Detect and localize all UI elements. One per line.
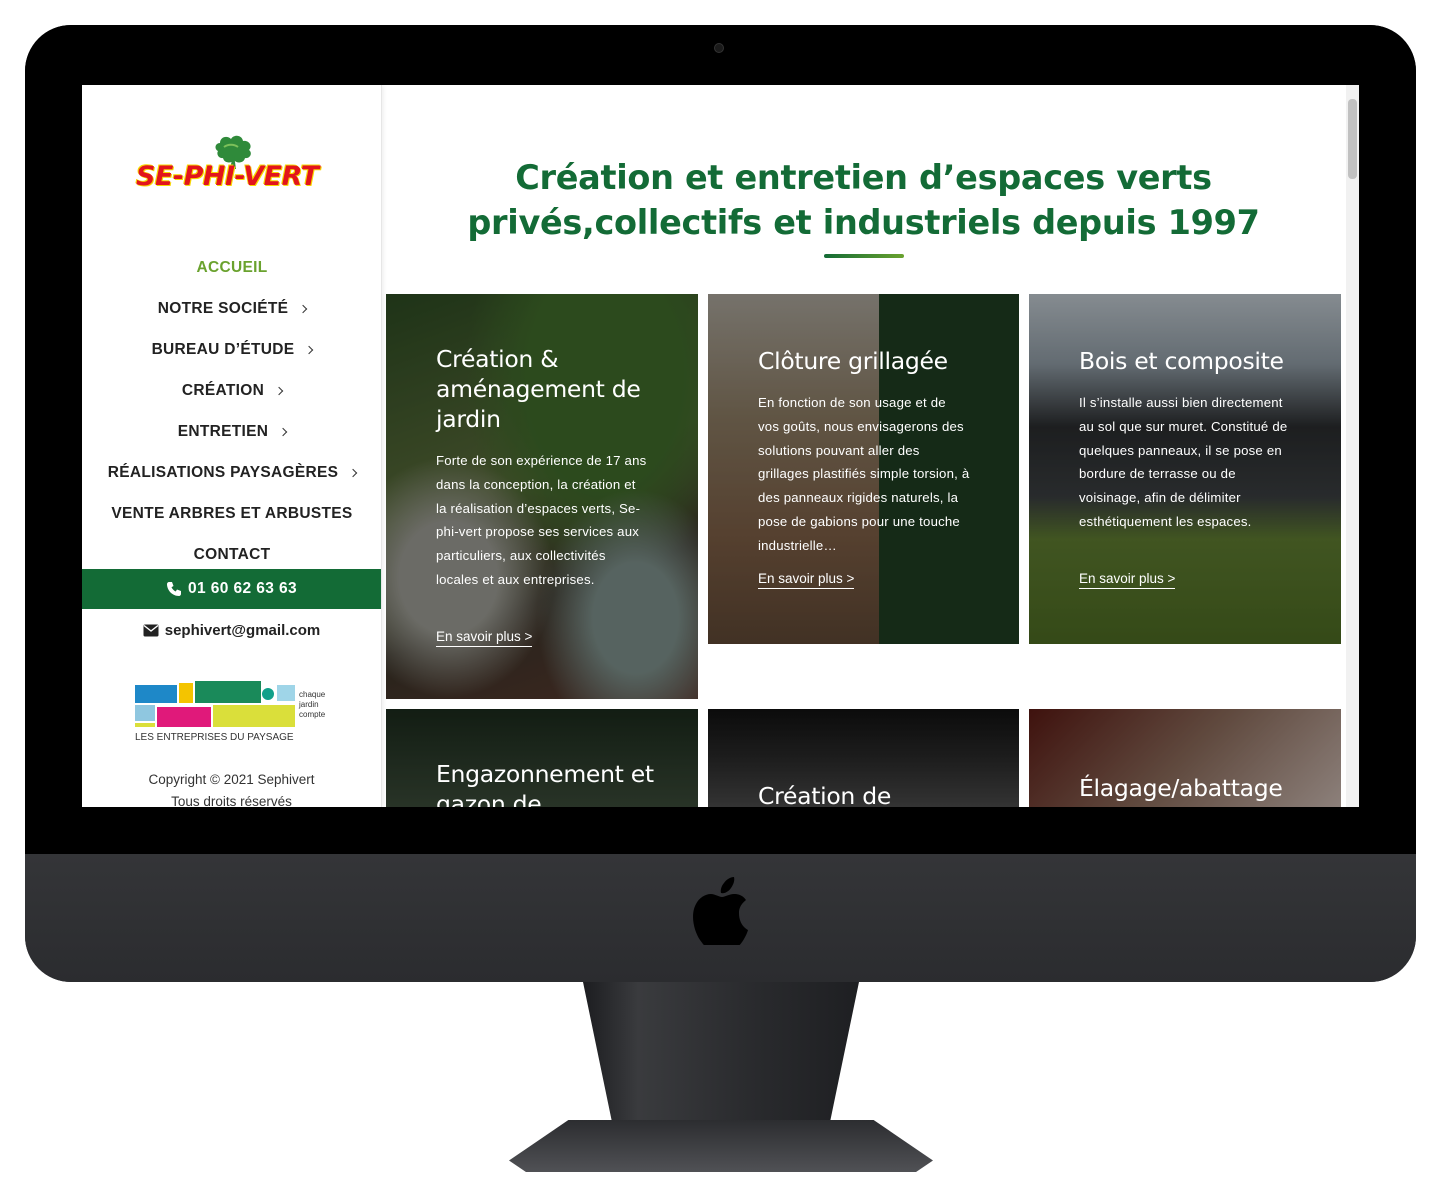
partner-logo-caption: LES ENTREPRISES DU PAYSAGE xyxy=(135,732,294,743)
page-headline: Création et entretien d’espaces verts pr… xyxy=(382,155,1345,245)
card-title: Création de xyxy=(758,782,891,807)
chevron-right-icon xyxy=(299,304,308,314)
nav-item-label: CRÉATION xyxy=(181,381,265,399)
card-title: Engazonnement et gazon de xyxy=(436,760,654,807)
logo-wordmark: SE-PHI-VERT xyxy=(136,161,319,192)
nav-item-label: ACCUEIL xyxy=(196,258,268,276)
nav-item-4[interactable]: ENTRETIEN xyxy=(82,411,382,452)
card-title: Création & aménagement de jardin xyxy=(436,345,641,433)
headline-underline xyxy=(824,254,904,258)
apple-logo-icon xyxy=(693,877,748,945)
service-card-elagage[interactable]: Élagage/abattage xyxy=(1029,709,1341,807)
camera-icon xyxy=(714,43,724,53)
nav-item-0[interactable]: ACCUEIL xyxy=(82,247,382,288)
chevron-right-icon xyxy=(349,468,358,478)
card-title: Clôture grillagée xyxy=(758,347,948,375)
scrollbar-thumb[interactable] xyxy=(1348,99,1357,179)
website-screen: SE-PHI-VERT ACCUEIL NOTRE SOCIÉTÉ BUREAU D… xyxy=(82,85,1359,807)
nav-item-6[interactable]: VENTE ARBRES ET ARBUSTES xyxy=(82,493,382,534)
chevron-right-icon xyxy=(279,427,288,437)
card-more-link[interactable]: En savoir plus > xyxy=(436,629,533,647)
card-title: Bois et composite xyxy=(1079,347,1284,375)
email-link[interactable]: sephivert@gmail.com xyxy=(82,612,381,648)
partner-tagline-1: chaque xyxy=(299,690,326,699)
service-card-bois[interactable]: Bois et composite Il s’installe aussi bi… xyxy=(1029,294,1341,644)
rights-text: Tous droits réservés xyxy=(171,794,292,807)
chevron-right-icon xyxy=(274,386,284,396)
nav-item-5[interactable]: RÉALISATIONS PAYSAGÈRES xyxy=(82,452,382,493)
nav-item-label: NOTRE SOCIÉTÉ xyxy=(157,299,289,317)
phone-icon xyxy=(166,582,181,596)
copyright-text: Copyright © 2021 Sephivert xyxy=(148,772,315,787)
service-card-creation-2[interactable]: Création de xyxy=(708,709,1019,807)
headline-line-1: Création et entretien d’espaces verts xyxy=(515,158,1212,197)
page-scrollbar[interactable] xyxy=(1346,85,1359,807)
nav-item-label: VENTE ARBRES ET ARBUSTES xyxy=(111,504,353,522)
email-address: sephivert@gmail.com xyxy=(164,621,321,639)
main-navigation: ACCUEIL NOTRE SOCIÉTÉ BUREAU D’ÉTUDE CRÉATI… xyxy=(82,247,382,575)
monitor-stand xyxy=(583,982,859,1142)
card-title: Élagage/abattage xyxy=(1079,774,1283,802)
nav-item-label: ENTRETIEN xyxy=(177,422,269,440)
nav-item-3[interactable]: CRÉATION xyxy=(82,370,382,411)
phone-button[interactable]: 01 60 62 63 63 xyxy=(82,569,381,609)
sidebar: SE-PHI-VERT ACCUEIL NOTRE SOCIÉTÉ BUREAU D… xyxy=(82,85,382,807)
phone-number: 01 60 62 63 63 xyxy=(187,580,298,597)
card-text: Il s’installe aussi bien directement au … xyxy=(1079,395,1288,529)
chevron-right-icon xyxy=(305,345,314,355)
screenshot-stage: SE-PHI-VERT ACCUEIL NOTRE SOCIÉTÉ BUREAU D… xyxy=(0,0,1441,1200)
partner-logo[interactable]: LES ENTREPRISES DU PAYSAGE chaque jardin… xyxy=(135,681,331,745)
partner-tagline-2: jardin xyxy=(298,700,319,709)
card-more-link[interactable]: En savoir plus > xyxy=(758,571,855,589)
entreprises-du-paysage-logo: LES ENTREPRISES DU PAYSAGE chaque jardin… xyxy=(135,681,326,743)
card-text: Forte de son expérience de 17 ans dans l… xyxy=(436,453,647,587)
nav-item-label: CONTACT xyxy=(193,545,271,563)
nav-item-2[interactable]: BUREAU D’ÉTUDE xyxy=(82,329,382,370)
monitor-stand-base xyxy=(509,1120,933,1172)
nav-item-1[interactable]: NOTRE SOCIÉTÉ xyxy=(82,288,382,329)
service-card-creation[interactable]: Création & aménagement de jardin Forte d… xyxy=(386,294,698,699)
nav-item-label: BUREAU D’ÉTUDE xyxy=(151,340,295,358)
headline-line-2: privés,collectifs et industriels depuis … xyxy=(467,203,1260,242)
card-more-link[interactable]: En savoir plus > xyxy=(1079,571,1176,589)
envelope-icon xyxy=(143,624,159,636)
service-card-cloture[interactable]: Clôture grillagée En fonction de son usa… xyxy=(708,294,1019,644)
partner-tagline-3: compte xyxy=(299,710,326,719)
site-logo[interactable]: SE-PHI-VERT xyxy=(134,133,330,195)
nav-item-label: RÉALISATIONS PAYSAGÈRES xyxy=(107,463,339,481)
main-content: Création et entretien d’espaces verts pr… xyxy=(382,85,1359,807)
footer-copyright: Copyright © 2021 Sephivert Tous droits r… xyxy=(82,769,381,807)
service-card-engazonnement[interactable]: Engazonnement et gazon de xyxy=(386,709,698,807)
card-text: En fonction de son usage et de vos goûts… xyxy=(758,395,970,553)
